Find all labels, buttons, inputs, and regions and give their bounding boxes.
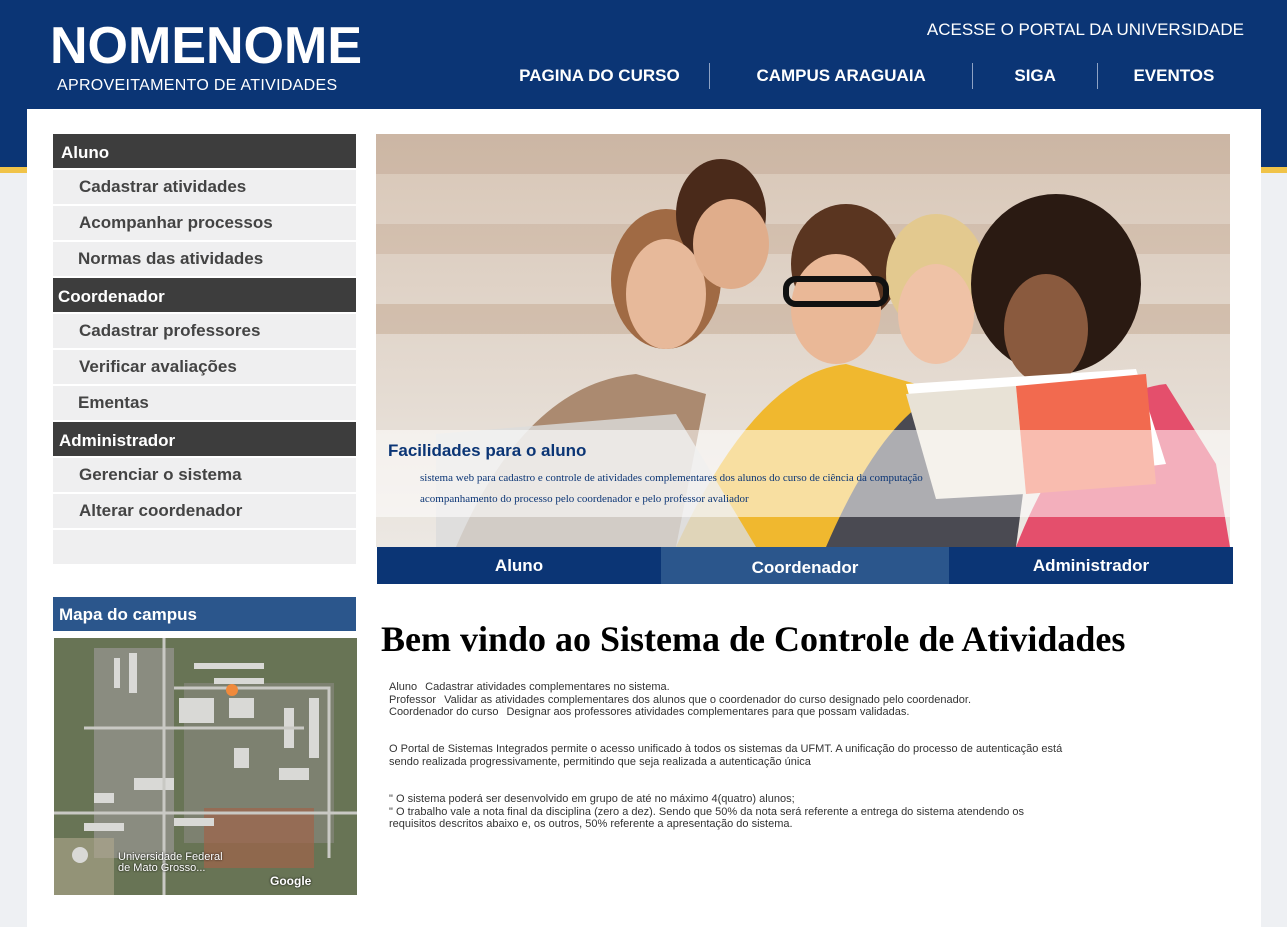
role-desc: Validar as atividades complementares dos… xyxy=(444,693,971,706)
sidebar-empty-slot xyxy=(53,530,356,564)
sidebar-item-alterar-coordenador[interactable]: Alterar coordenador xyxy=(53,494,356,528)
nav-siga[interactable]: SIGA xyxy=(973,66,1096,86)
sidebar-item-verificar-avaliacoes[interactable]: Verificar avaliações xyxy=(53,350,356,384)
tab-aluno[interactable]: Aluno xyxy=(377,547,661,584)
role-desc: Designar aos professores atividades comp… xyxy=(506,706,910,718)
tab-administrador[interactable]: Administrador xyxy=(949,547,1233,584)
top-nav: PAGINA DO CURSO CAMPUS ARAGUAIA SIGA EVE… xyxy=(490,63,1250,89)
nav-campus-araguaia[interactable]: CAMPUS ARAGUAIA xyxy=(710,66,973,86)
hero-line-2: acompanhamento do processo pelo coordena… xyxy=(420,493,749,505)
role-row: Aluno Cadastrar atividades complementares… xyxy=(389,681,971,694)
role-name: Coordenador do curso xyxy=(389,706,499,718)
page-title: Bem vindo ao Sistema de Controle de Ativ… xyxy=(381,619,1126,659)
rule-item: " O trabalho vale a nota final da discip… xyxy=(389,805,1024,818)
sidebar-item-acompanhar-processos[interactable]: Acompanhar processos xyxy=(53,206,356,240)
sidebar-item-cadastrar-atividades[interactable]: Cadastrar atividades xyxy=(53,170,356,204)
roles-list: Aluno Cadastrar atividades complementares… xyxy=(389,681,971,719)
portal-paragraph: O Portal de Sistemas Integrados permite … xyxy=(389,743,1062,768)
tab-coordenador[interactable]: Coordenador xyxy=(661,547,949,584)
sidebar-item-ementas[interactable]: Ementas xyxy=(53,386,356,420)
sidebar-item-cadastrar-professores[interactable]: Cadastrar professores xyxy=(53,314,356,348)
role-name: Professor xyxy=(389,693,437,706)
site-logo-title[interactable]: NOMENOME xyxy=(50,18,370,74)
rule-item: " O sistema poderá ser desenvolvido em g… xyxy=(389,793,795,805)
google-logo: Google xyxy=(270,874,312,888)
hero-title: Facilidades para o aluno xyxy=(388,441,587,460)
nav-pagina-do-curso[interactable]: PAGINA DO CURSO xyxy=(490,66,709,86)
sidebar-menu: Aluno Cadastrar atividades Acompanhar pr… xyxy=(53,134,356,564)
sidebar-header-aluno: Aluno xyxy=(53,134,356,168)
map-place-label: Universidade Federal de Mato Grosso... xyxy=(118,852,223,874)
sidebar-item-gerenciar-o-sistema[interactable]: Gerenciar o sistema xyxy=(53,458,356,492)
hero-line-1: sistema web para cadastro e controle de … xyxy=(420,472,923,484)
rules-list: " O sistema poderá ser desenvolvido em g… xyxy=(389,793,1024,831)
portal-paragraph-line2: sendo realizada progressivamente, permit… xyxy=(389,755,811,768)
map-title: Mapa do campus xyxy=(53,597,356,631)
role-row: Professor Validar as atividades complemen… xyxy=(389,694,971,707)
sidebar-header-administrador: Administrador xyxy=(53,422,356,456)
map-place-label-line2: de Mato Grosso... xyxy=(118,862,206,874)
nav-eventos[interactable]: EVENTOS xyxy=(1098,66,1250,86)
portal-link[interactable]: ACESSE O PORTAL DA UNIVERSIDADE xyxy=(927,20,1244,40)
role-desc: Cadastrar atividades complementares no s… xyxy=(425,681,670,693)
rule-item-continuation: requisitos descritos abaixo e, os outros… xyxy=(389,818,793,830)
sidebar-item-normas-das-atividades[interactable]: Normas das atividades xyxy=(53,242,356,276)
role-tabs: Aluno Coordenador Administrador xyxy=(377,547,1233,584)
role-name: Aluno xyxy=(389,681,418,693)
portal-paragraph-line1: O Portal de Sistemas Integrados permite … xyxy=(389,743,1063,755)
site-logo-subtitle: APROVEITAMENTO DE ATIVIDADES xyxy=(57,77,338,94)
role-row: Coordenador do curso Designar aos profess… xyxy=(389,706,971,719)
sidebar-header-coordenador: Coordenador xyxy=(53,278,356,312)
